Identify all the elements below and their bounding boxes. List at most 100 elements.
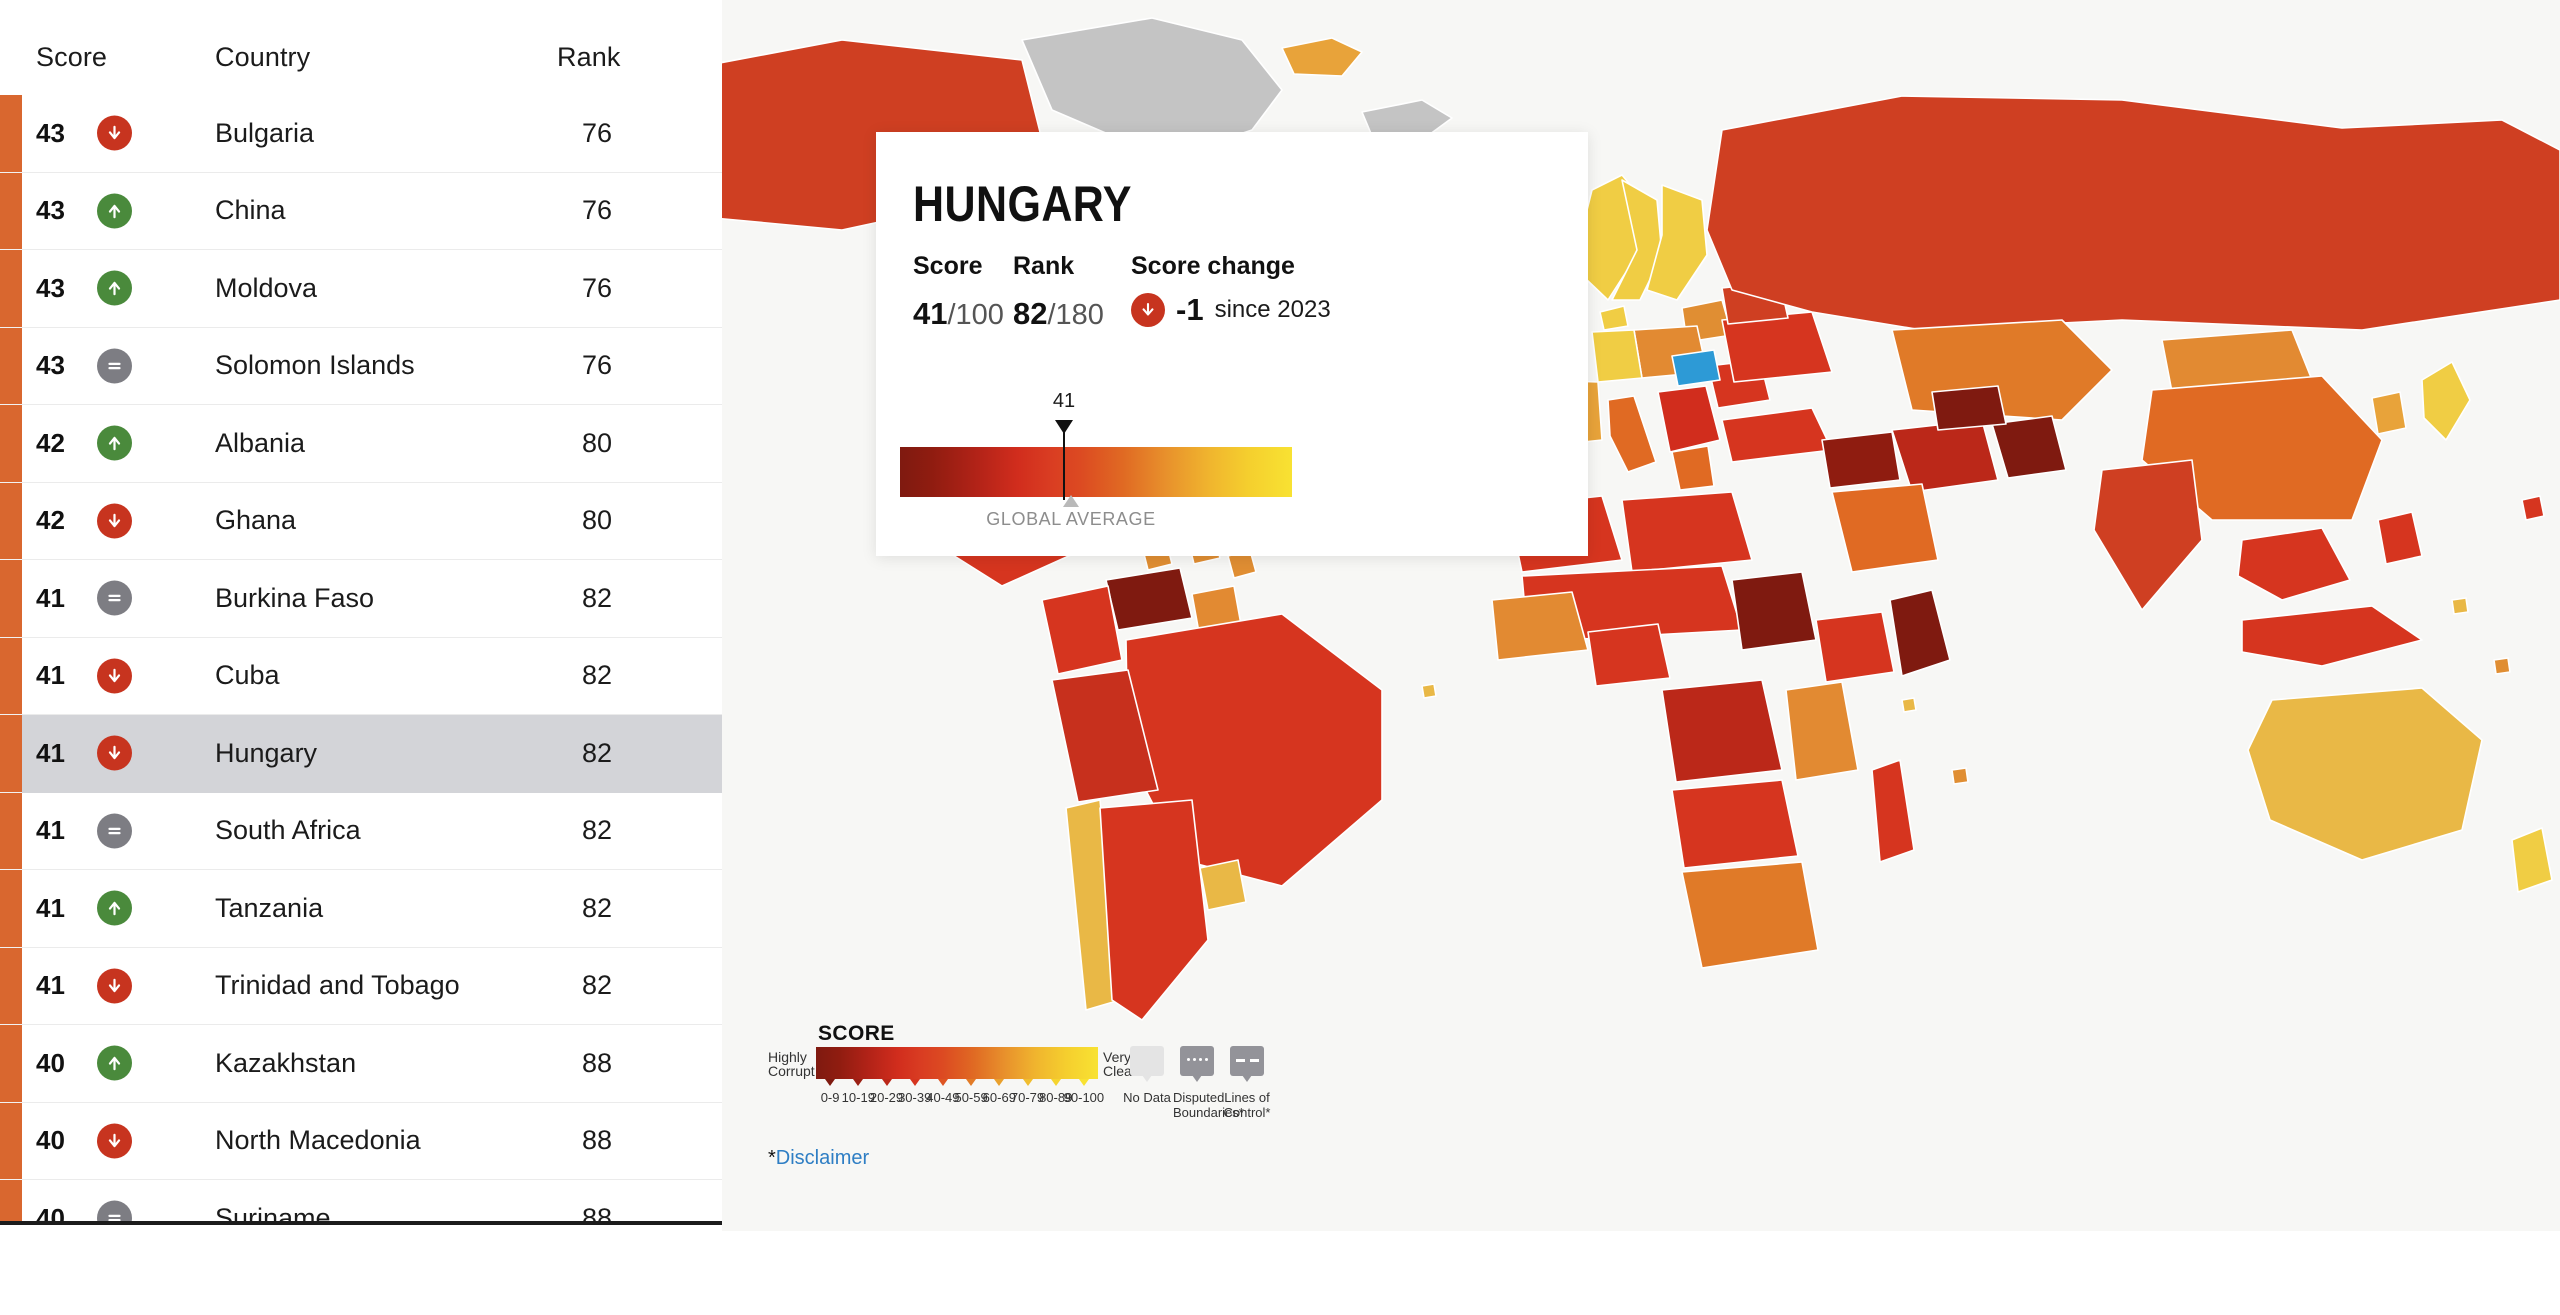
table-row[interactable]: 40 Suriname 88: [0, 1180, 722, 1225]
country-saudi: [1831, 483, 1939, 573]
tooltip-rank-label: Rank: [1013, 252, 1075, 280]
legend-title: SCORE: [818, 1022, 895, 1045]
disclaimer-asterisk: *: [768, 1147, 776, 1169]
row-country: Ghana: [215, 505, 297, 536]
row-rank: 88: [581, 1125, 613, 1156]
lines-of-control-icon: [1230, 1046, 1264, 1076]
disputed-boundaries-icon: [1180, 1046, 1214, 1076]
row-color-stripe: [0, 95, 22, 172]
row-country: North Macedonia: [215, 1125, 421, 1156]
table-row[interactable]: 41 South Africa 82: [0, 792, 722, 870]
row-rank: 76: [581, 117, 613, 148]
legend-swatch-label: No Data: [1123, 1090, 1171, 1105]
row-color-stripe: [0, 1025, 22, 1102]
country-southern-africa: [1681, 861, 1819, 969]
tooltip-change-number: -1: [1176, 292, 1204, 327]
tooltip-change-value: -1 since 2023: [1131, 292, 1331, 328]
country-koreas: [2371, 391, 2407, 435]
trend-same-icon: [97, 813, 132, 849]
country-dot-c: [1901, 697, 1917, 713]
row-score: 41: [36, 737, 65, 768]
row-country: Cuba: [215, 660, 280, 691]
legend-tick-marker: [853, 1079, 864, 1086]
country-ranking-table[interactable]: Score Country Rank 43 Bulgaria 76 43 China 76…: [0, 0, 722, 1225]
row-score: 40: [36, 1125, 65, 1156]
country-dot-f: [2493, 657, 2511, 675]
row-color-stripe: [0, 250, 22, 327]
tooltip-score-value: 41/100: [913, 296, 1004, 332]
row-country: Bulgaria: [215, 117, 315, 148]
map-legend: SCORE Highly Corrupt Very Clean 0-9 10-19…: [768, 1022, 1558, 1142]
table-row[interactable]: 41 Trinidad and Tobago 82: [0, 947, 722, 1025]
legend-tick-label: 90-100: [1063, 1090, 1105, 1105]
disclaimer: *Disclaimer: [768, 1147, 869, 1170]
row-color-stripe: [0, 637, 22, 715]
table-row[interactable]: 43 China 76: [0, 172, 722, 250]
table-row-selected[interactable]: 41 Hungary 82: [0, 715, 722, 793]
row-rank: 80: [581, 427, 613, 458]
row-country: China: [215, 195, 286, 226]
table-row[interactable]: 43 Solomon Islands 76: [0, 327, 722, 405]
row-country: South Africa: [215, 815, 361, 846]
legend-swatch-no-data: No Data: [1123, 1046, 1171, 1105]
legend-tick-marker: [966, 1079, 977, 1086]
row-score: 40: [36, 1047, 65, 1078]
country-russia: [1706, 95, 2560, 331]
country-drc: [1661, 679, 1783, 783]
legend-tick-marker: [881, 1079, 892, 1086]
trend-down-icon: [97, 1123, 132, 1159]
table-row[interactable]: 41 Burkina Faso 82: [0, 560, 722, 638]
country-iran: [1891, 419, 1999, 493]
country-ethiopia: [1815, 611, 1895, 683]
global-average-triangle-icon: [1063, 495, 1079, 507]
row-score: 43: [36, 272, 65, 303]
tooltip-change-since: since 2023: [1214, 296, 1331, 323]
legend-swatch-label: Lines of Control*: [1223, 1090, 1271, 1120]
row-country: Burkina Faso: [215, 582, 375, 613]
legend-swatch-label: Disputed Boundaries*: [1173, 1090, 1244, 1120]
row-color-stripe: [0, 482, 22, 560]
country-detail-tooltip[interactable]: HUNGARY Score Rank Score change 41/100 8…: [876, 132, 1588, 556]
row-rank: 88: [581, 1202, 613, 1225]
row-country: Solomon Islands: [215, 350, 415, 381]
row-rank: 76: [581, 272, 613, 303]
disclaimer-link[interactable]: Disclaimer: [776, 1147, 869, 1169]
row-color-stripe: [0, 560, 22, 637]
row-country: Albania: [215, 427, 306, 458]
tooltip-score-number: 41: [913, 296, 948, 331]
row-rank: 76: [581, 350, 613, 381]
tooltip-score-scale: 41 GLOBAL AVERAGE: [900, 390, 1560, 529]
row-color-stripe: [0, 327, 22, 405]
trend-up-icon: [97, 1045, 132, 1081]
row-country: Trinidad and Tobago: [215, 970, 460, 1001]
table-row[interactable]: 41 Cuba 82: [0, 637, 722, 715]
column-header-country[interactable]: Country: [215, 42, 310, 73]
legend-swatches: No Data Disputed Boundaries* Lines of Co…: [1123, 1046, 1273, 1136]
column-header-score[interactable]: Score: [36, 42, 107, 73]
table-row[interactable]: 40 Kazakhstan 88: [0, 1025, 722, 1103]
tooltip-score-label: Score: [913, 252, 983, 280]
trend-up-icon: [97, 890, 132, 926]
table-row[interactable]: 42 Ghana 80: [0, 482, 722, 560]
table-row[interactable]: 40 North Macedonia 88: [0, 1102, 722, 1180]
trend-down-icon: [97, 115, 132, 151]
table-header-row: Score Country Rank: [0, 0, 722, 95]
table-row[interactable]: 41 Tanzania 82: [0, 870, 722, 948]
column-header-rank[interactable]: Rank: [557, 42, 620, 73]
row-score: 41: [36, 970, 65, 1001]
table-row[interactable]: 43 Bulgaria 76: [0, 95, 722, 173]
country-west-africa: [1491, 591, 1589, 661]
row-color-stripe: [0, 715, 22, 792]
legend-tick-label: 0-9: [820, 1090, 840, 1105]
row-color-stripe: [0, 1102, 22, 1180]
row-rank: 82: [581, 660, 613, 691]
row-country: Tanzania: [215, 892, 324, 923]
row-score: 43: [36, 350, 65, 381]
table-row[interactable]: 43 Moldova 76: [0, 250, 722, 328]
trend-same-icon: [97, 580, 132, 616]
table-body: 43 Bulgaria 76 43 China 76 43 Moldova 76 43 Solomo…: [0, 95, 722, 1225]
table-row[interactable]: 42 Albania 80: [0, 405, 722, 483]
row-score: 41: [36, 892, 65, 923]
row-color-stripe: [0, 405, 22, 482]
country-libya-egypt: [1621, 491, 1753, 573]
